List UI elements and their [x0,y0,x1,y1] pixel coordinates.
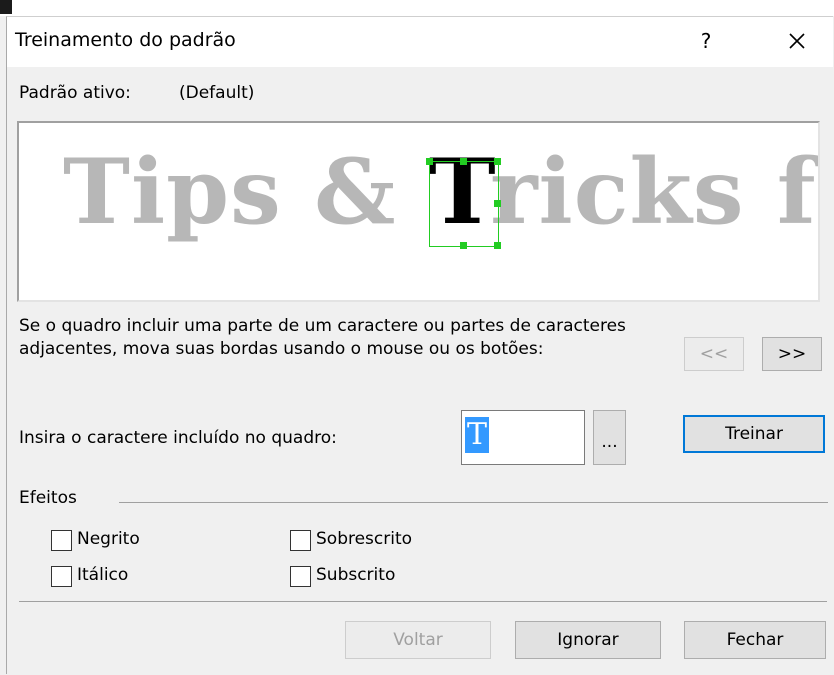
pattern-training-dialog: Treinamento do padrão ? Padrão ativo: (D… [6,16,833,674]
back-button[interactable]: Voltar [345,621,491,659]
frame-handle-right[interactable] [494,200,501,207]
character-frame[interactable] [429,161,499,247]
prev-frame-button[interactable]: << [684,337,744,371]
frame-handle-top-right[interactable] [494,158,501,165]
italic-checkbox[interactable] [51,566,72,587]
active-pattern-value: (Default) [179,83,255,103]
help-button[interactable]: ? [691,25,721,57]
character-input[interactable]: T [461,410,585,465]
footer-divider [19,601,827,602]
subscript-label[interactable]: Subscrito [316,565,395,585]
background-window-strip [0,0,834,16]
title-bar: Treinamento do padrão ? [7,17,833,67]
bold-label[interactable]: Negrito [77,529,140,549]
close-icon [789,33,805,49]
frame-handle-bottom[interactable] [460,242,467,249]
character-preview[interactable]: Tips & Tricks fo [17,121,820,302]
superscript-label[interactable]: Sobrescrito [316,529,412,549]
instructions-text: Se o quadro incluir uma parte de um cara… [19,316,626,359]
preview-text-after: ricks fo [490,139,818,245]
next-frame-button[interactable]: >> [762,337,822,371]
frame-handle-top[interactable] [460,158,467,165]
close-dialog-button[interactable]: Fechar [684,621,826,659]
italic-label[interactable]: Itálico [77,565,128,585]
character-input-value: T [465,417,490,453]
bold-checkbox[interactable] [51,530,72,551]
superscript-checkbox[interactable] [290,530,311,551]
ignore-button[interactable]: Ignorar [515,621,661,659]
active-pattern-label: Padrão ativo: [19,83,131,103]
browse-characters-button[interactable]: ... [593,410,626,465]
frame-handle-top-left[interactable] [426,158,433,165]
dialog-title: Treinamento do padrão [15,29,236,51]
char-entry-label: Insira o caractere incluído no quadro: [19,428,337,448]
preview-text-before: Tips & [63,139,429,245]
subscript-checkbox[interactable] [290,566,311,587]
app-icon [0,0,12,14]
effects-group-divider [119,502,828,503]
close-button[interactable] [780,25,814,57]
train-button[interactable]: Treinar [683,415,825,453]
effects-group-label: Efeitos [19,488,77,508]
frame-handle-bottom-right[interactable] [494,242,501,249]
